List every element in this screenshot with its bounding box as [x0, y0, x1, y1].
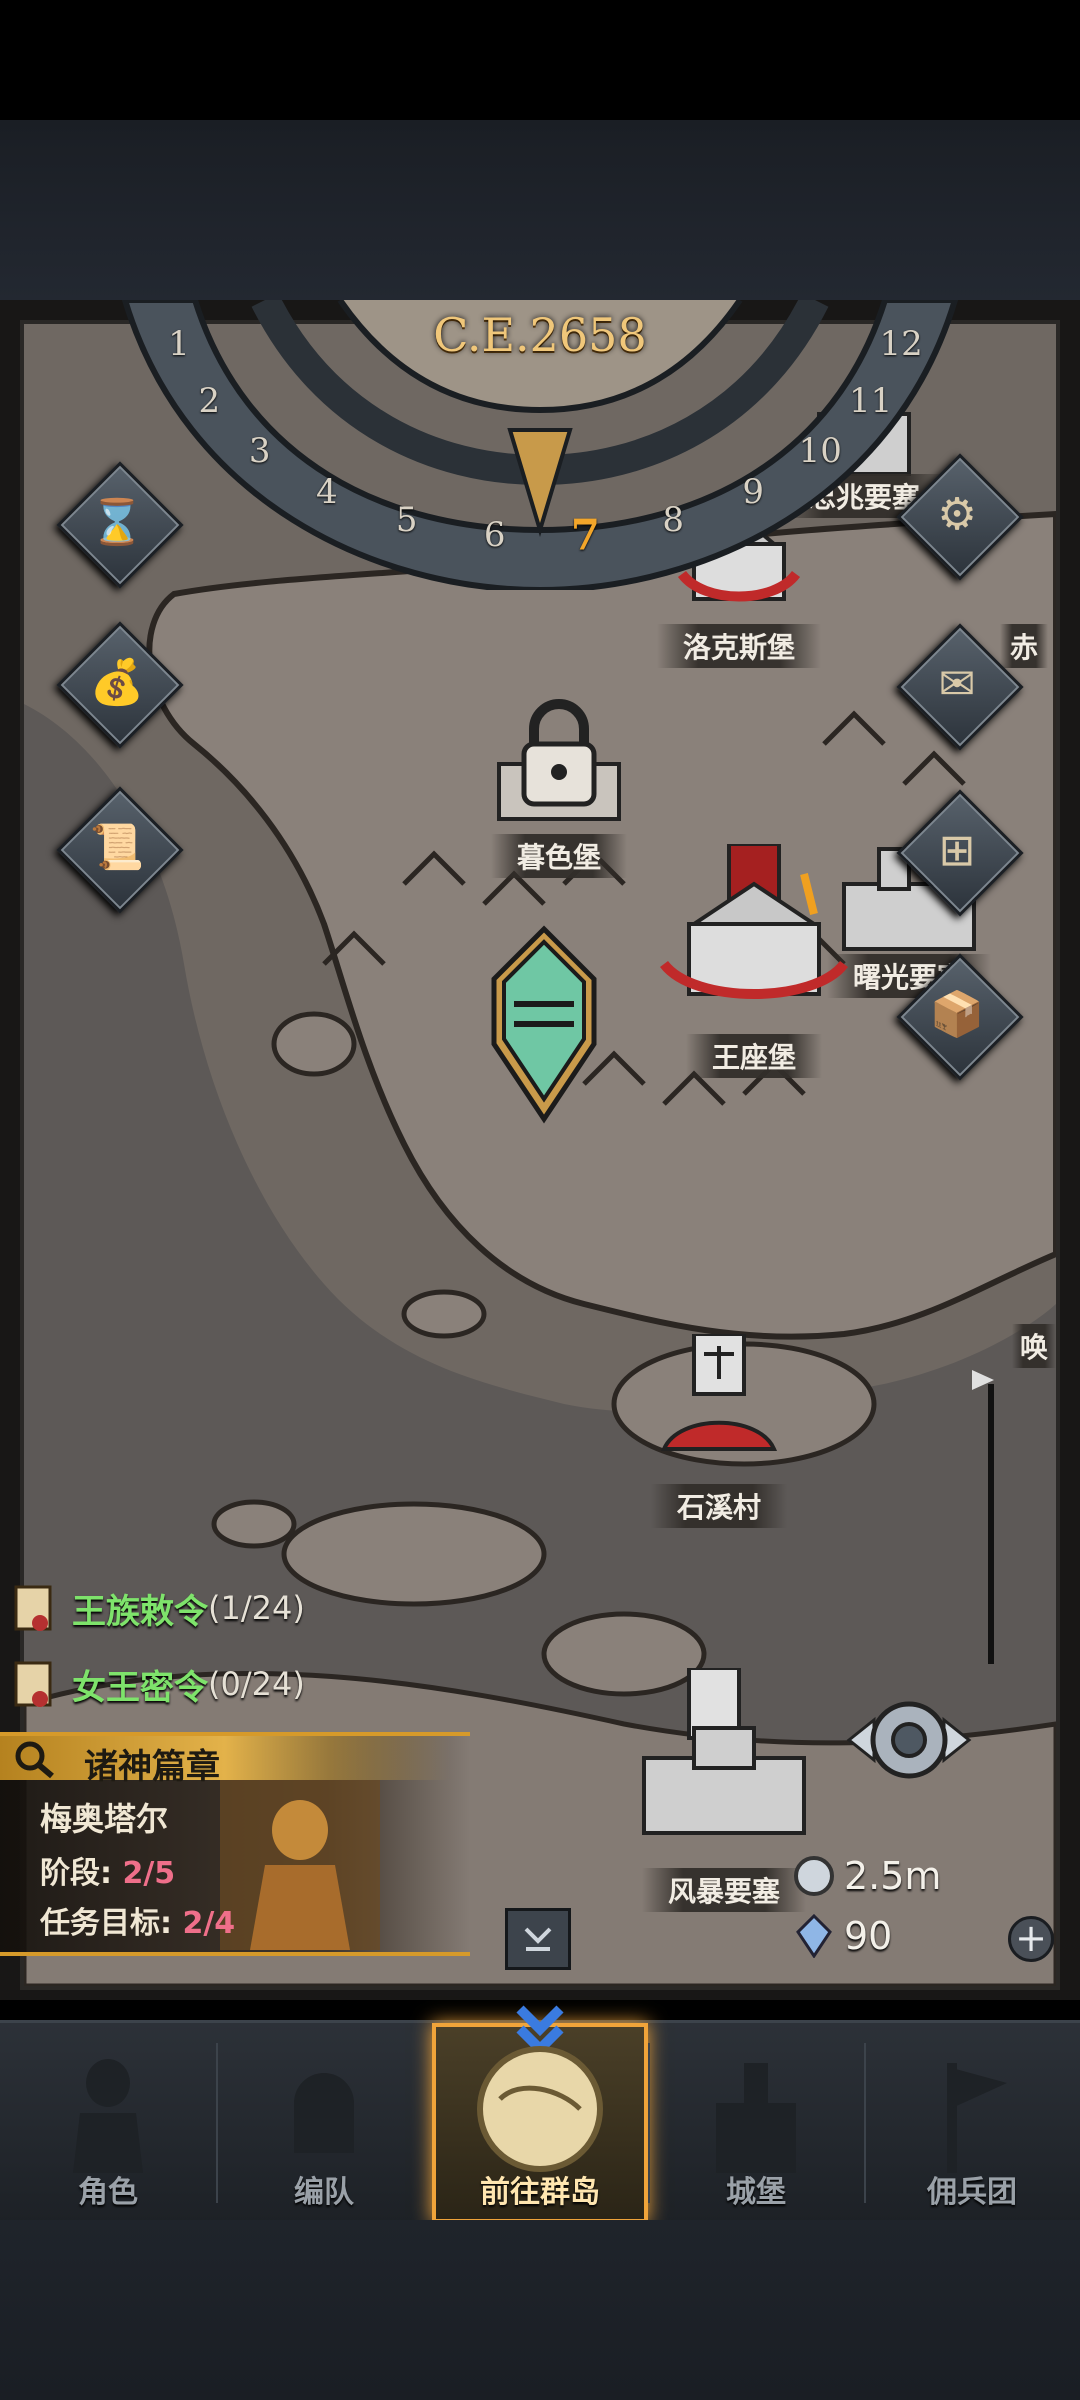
- chapter-stage: 阶段: 2/5: [40, 1848, 175, 1892]
- magnifier-icon: [15, 1741, 54, 1779]
- era-number: 2: [198, 380, 221, 421]
- crystal-amount: 90: [844, 1914, 893, 1958]
- banner-icon: [947, 2063, 1007, 2173]
- stage-label: 阶段:: [40, 1856, 112, 1891]
- knight-icon: [73, 2059, 143, 2173]
- era-number: 1: [168, 323, 190, 364]
- place-label: 唤: [1011, 1324, 1056, 1368]
- era-number: 12: [879, 323, 923, 364]
- add-crystal-button[interactable]: +: [1008, 1916, 1054, 1962]
- scroll-icon: 📜: [89, 822, 145, 873]
- knight-helmet-marker-icon: [491, 925, 597, 1124]
- place-label: 暮色堡: [490, 834, 628, 878]
- castle-icon: [642, 1668, 806, 1835]
- supplies-button[interactable]: 📦: [896, 953, 1024, 1081]
- mail-button[interactable]: ✉: [896, 623, 1024, 751]
- recenter-button[interactable]: [844, 1690, 974, 1790]
- nav-label: 角色: [78, 2175, 138, 2210]
- bag-icon: 💰: [89, 657, 145, 708]
- hourglass-button[interactable]: ⌛: [56, 461, 184, 589]
- secret-scroll-icon: [14, 1661, 52, 1707]
- order-count: (1/24): [208, 1589, 305, 1627]
- era-number: 9: [742, 471, 764, 512]
- chapter-boss-name: 梅奥塔尔: [40, 1800, 169, 1838]
- era-number: 11: [848, 380, 893, 421]
- nav-castle[interactable]: 城堡: [648, 2023, 864, 2223]
- grid-button[interactable]: ⊞: [896, 789, 1024, 917]
- chapter-panel[interactable]: 诸神篇章 梅奥塔尔 阶段: 2/5 任务目标: 2/4: [0, 1732, 470, 1956]
- red-banner-castle-icon: [660, 844, 848, 999]
- order-name: 女王密令: [72, 1667, 208, 1708]
- balance-banner-village-icon: [660, 1334, 778, 1451]
- era-number: 4: [315, 471, 338, 512]
- order-queen-secret[interactable]: 女王密令 (0/24): [10, 1654, 305, 1714]
- place-label: 石溪村: [650, 1484, 788, 1528]
- zoom-slider[interactable]: [972, 1370, 994, 1664]
- era-year: C.E.2658: [433, 308, 647, 362]
- bag-button[interactable]: 💰: [56, 621, 184, 749]
- chapter-title: 诸神篇章: [84, 1747, 220, 1787]
- era-number: 3: [248, 431, 271, 472]
- compass-target-icon: [846, 1701, 972, 1779]
- order-royal-decree[interactable]: 王族敕令 (1/24): [10, 1578, 305, 1638]
- silver-amount: 2.5m: [844, 1854, 942, 1898]
- nav-mercenary[interactable]: 佣兵团: [864, 2023, 1080, 2223]
- decree-scroll-icon: [14, 1585, 52, 1631]
- stage-value: 2/5: [122, 1856, 176, 1891]
- era-number: 5: [395, 500, 418, 541]
- goal-label: 任务目标:: [40, 1906, 172, 1941]
- chapter-header: 诸神篇章: [0, 1736, 450, 1787]
- chapter-goal: 任务目标: 2/4: [40, 1898, 235, 1942]
- deity-portrait: [220, 1780, 380, 1950]
- crystal-icon: [796, 1914, 832, 1958]
- era-number: 10: [798, 431, 842, 472]
- mail-icon: ✉: [938, 658, 976, 710]
- nav-character[interactable]: 角色: [0, 2023, 216, 2223]
- era-number: 6: [483, 515, 506, 556]
- scroll-button[interactable]: 📜: [56, 786, 184, 914]
- bottom-nav: 角色 编队 前往群岛 城堡 佣兵团: [0, 2005, 1080, 2223]
- nav-label: 前往群岛: [480, 2175, 600, 2210]
- collapse-panel-button[interactable]: [505, 1908, 571, 1970]
- hourglass-icon: ⌛: [89, 497, 145, 548]
- silver-coin-icon: [794, 1856, 834, 1896]
- gear-icon: ⚙: [937, 488, 977, 540]
- zoom-flag-icon: [972, 1370, 994, 1390]
- order-count: (0/24): [208, 1665, 305, 1703]
- era-number: 8: [662, 500, 685, 541]
- settings-button[interactable]: ⚙: [896, 453, 1024, 581]
- locked-castle-icon: [497, 699, 621, 821]
- helmet-icon: [294, 2073, 354, 2153]
- supplies-icon: 📦: [929, 989, 985, 1040]
- era-number: 7: [570, 510, 600, 560]
- nav-label: 编队: [294, 2175, 354, 2210]
- place-label: 风暴要塞: [641, 1868, 807, 1912]
- grid-icon: ⊞: [938, 824, 976, 876]
- nav-label: 城堡: [726, 2175, 786, 2210]
- silver-resource: 2.5m: [792, 1854, 941, 1898]
- order-name: 王族敕令: [72, 1591, 208, 1632]
- crystal-resource: 90: [794, 1914, 892, 1958]
- castle-nav-icon: [716, 2063, 796, 2173]
- chevron-down-icon: [524, 1927, 552, 1951]
- top-letterbox: [0, 120, 1080, 300]
- place-label: 王座堡: [685, 1034, 823, 1078]
- place-label: 洛克斯堡: [656, 624, 822, 668]
- nav-archipelago[interactable]: 前往群岛: [432, 2005, 648, 2223]
- goal-value: 2/4: [182, 1906, 236, 1941]
- nav-label: 佣兵团: [927, 2175, 1017, 2210]
- bottom-letterbox: [0, 2220, 1080, 2400]
- nav-formation[interactable]: 编队: [216, 2023, 432, 2223]
